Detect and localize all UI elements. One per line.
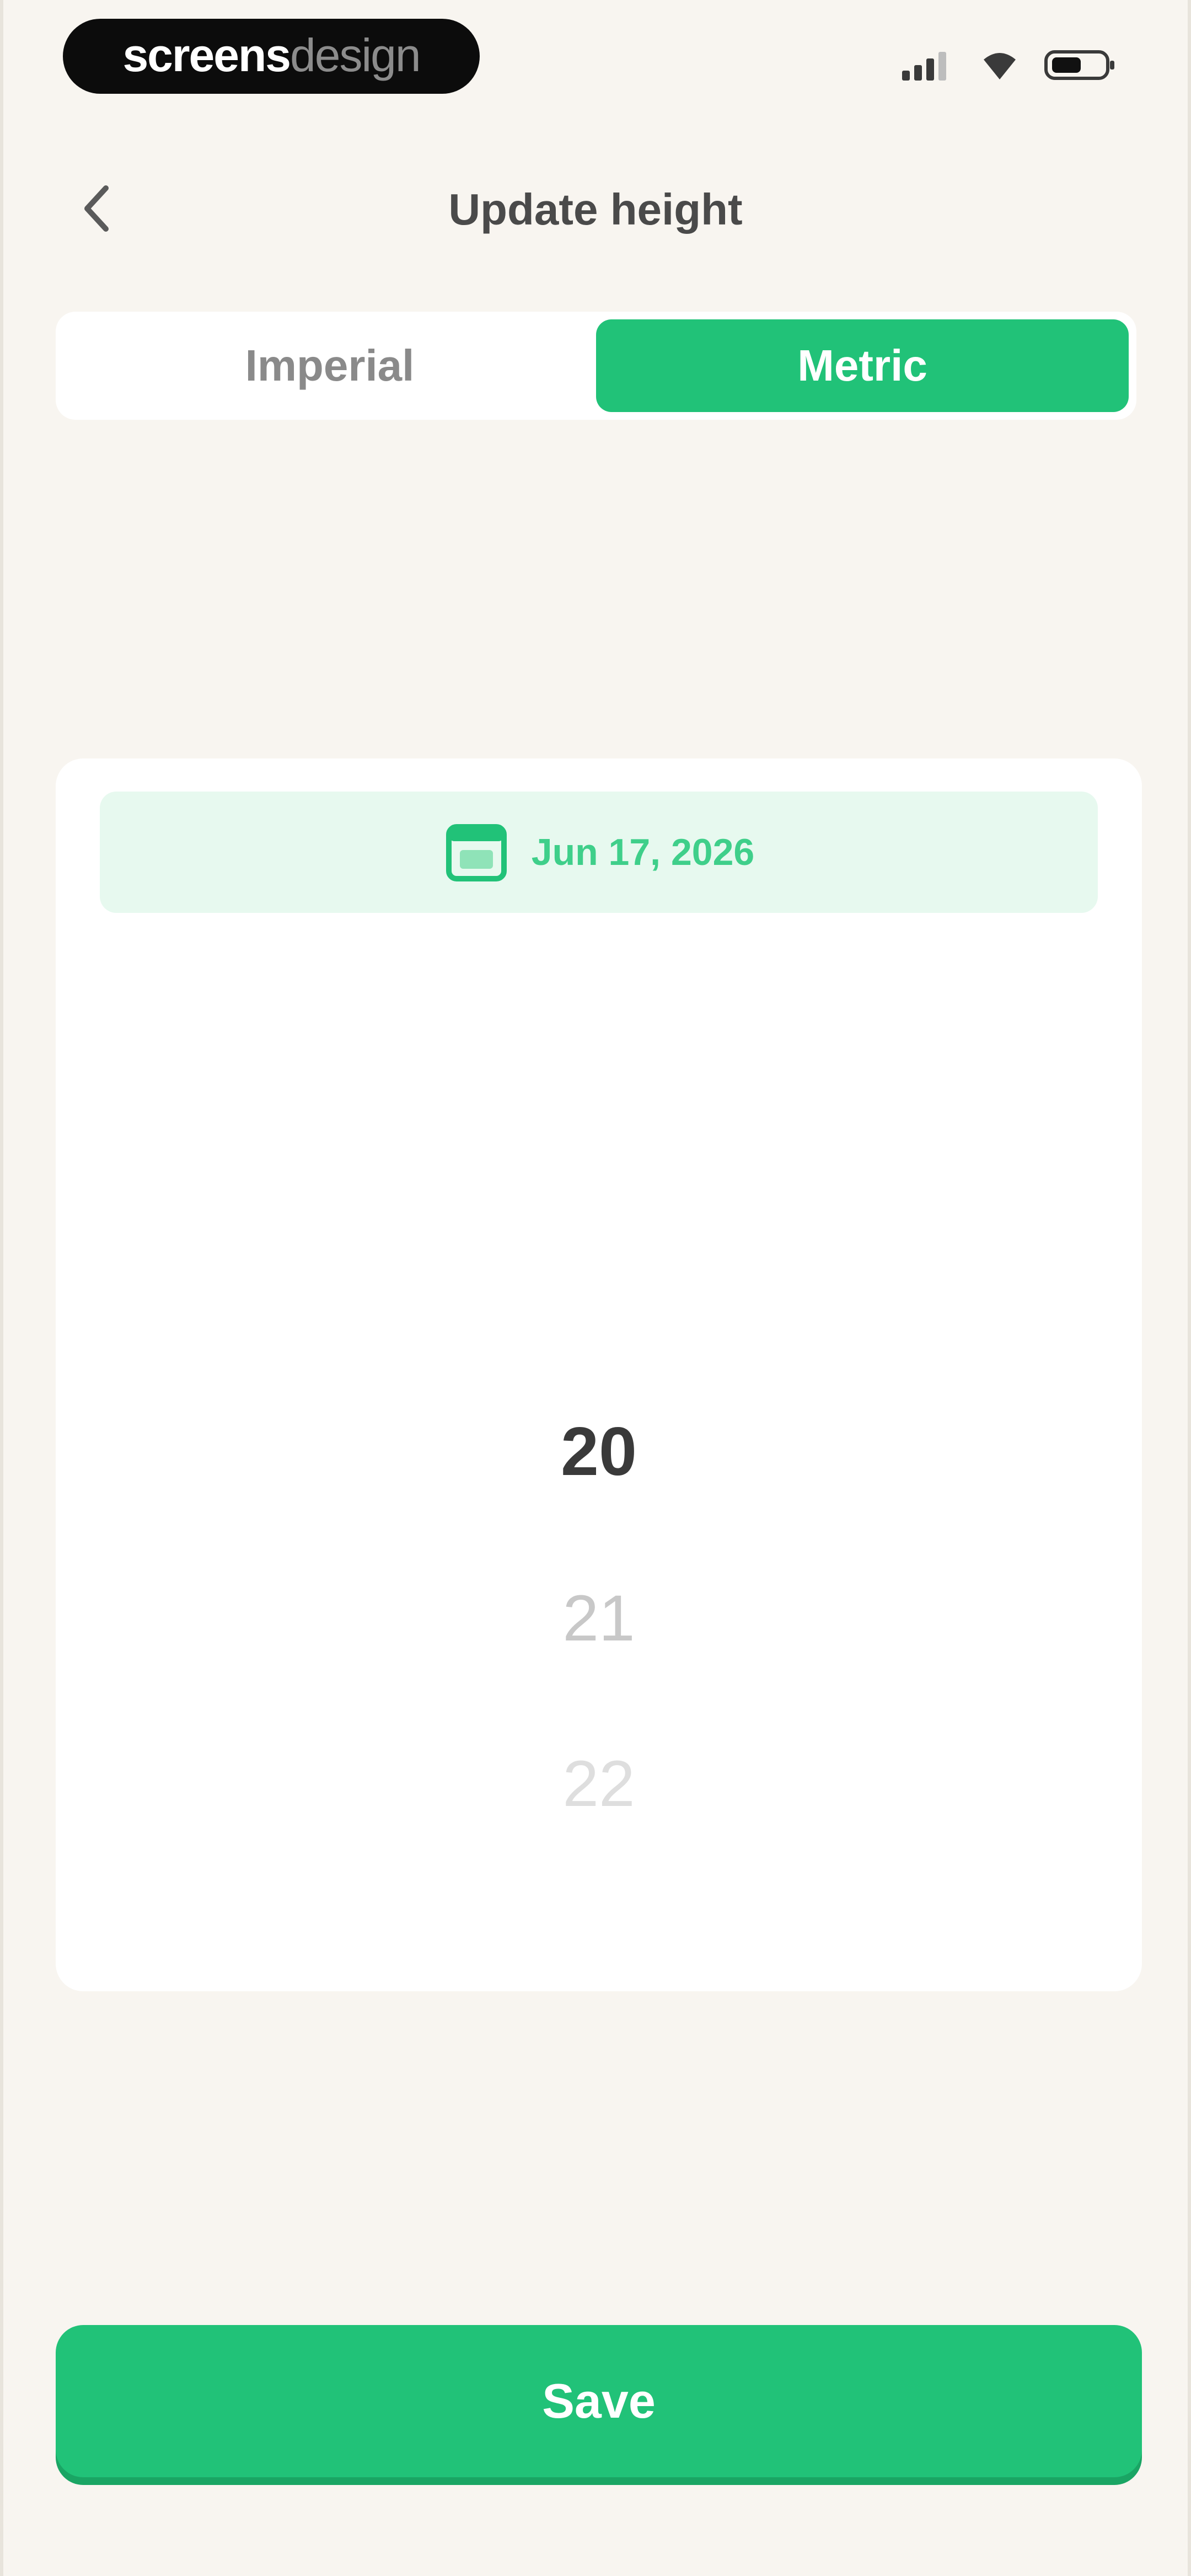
brand-logo-part2: design [290,29,421,81]
brand-badge: screensdesign [63,19,480,94]
status-bar: screensdesign [3,0,1188,116]
tab-metric[interactable]: Metric [596,319,1129,412]
brand-logo-part1: screens [122,29,291,81]
calendar-icon [443,818,509,887]
header: Update height [3,165,1188,254]
update-height-screen: screensdesign Update height Imperial Met… [0,0,1191,2576]
status-icons [902,49,1116,84]
wheel-value[interactable]: 22 [56,1751,1142,1816]
signal-icon [902,50,955,83]
wheel-value[interactable]: 21 [56,1586,1142,1651]
save-button[interactable]: Save [56,2325,1142,2477]
date-label: Jun 17, 2026 [531,831,755,873]
battery-icon [1044,49,1116,84]
height-picker-card: Jun 17, 2026 20 21 22 [56,758,1142,1991]
brand-logo: screensdesign [122,29,421,81]
page-title: Update height [448,185,743,234]
date-selector[interactable]: Jun 17, 2026 [100,792,1098,913]
unit-toggle: Imperial Metric [56,312,1136,420]
wifi-icon [980,50,1019,83]
tab-imperial[interactable]: Imperial [63,319,596,412]
wheel-value-selected[interactable]: 20 [56,1418,1142,1486]
